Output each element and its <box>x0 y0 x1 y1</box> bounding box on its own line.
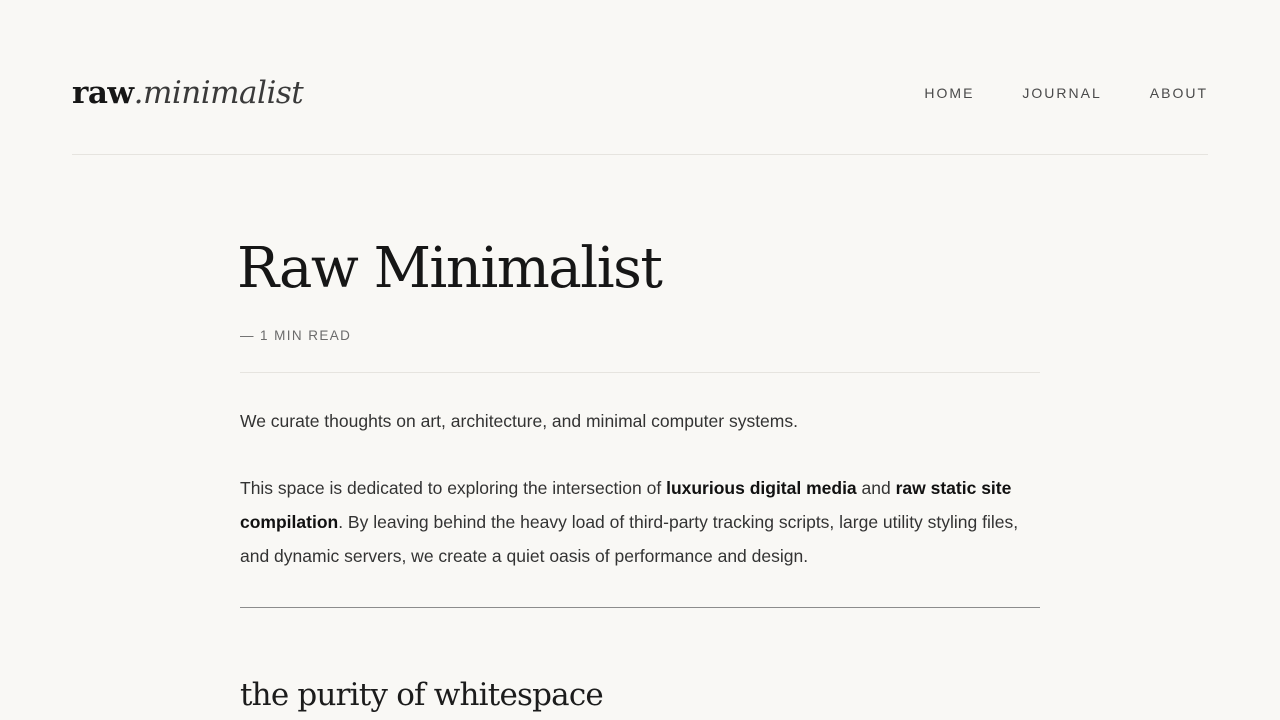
body-text-part-3: . By leaving behind the heavy load of th… <box>240 512 1019 566</box>
intro-paragraph: We curate thoughts on art, architecture,… <box>240 411 798 431</box>
main-nav: HOME JOURNAL ABOUT <box>876 84 1208 102</box>
logo-italic-text: minimalist <box>142 75 304 111</box>
logo-dot: . <box>133 75 144 111</box>
nav-link-home[interactable]: HOME <box>924 84 974 102</box>
body-paragraph: This space is dedicated to exploring the… <box>240 471 1040 573</box>
logo-strong-text: raw <box>72 75 134 111</box>
nav-link-about[interactable]: ABOUT <box>1150 84 1208 102</box>
site-header: raw.minimalist HOME JOURNAL ABOUT <box>72 0 1208 155</box>
meta-divider <box>240 372 1040 373</box>
site-logo[interactable]: raw.minimalist <box>72 73 304 113</box>
body-emphasis-luxurious-media: luxurious digital media <box>666 478 857 498</box>
post-meta-read-time: — 1 MIN READ <box>240 328 352 343</box>
nav-link-journal[interactable]: JOURNAL <box>1022 84 1101 102</box>
content-divider <box>240 607 1040 608</box>
section-heading: the purity of whitespace <box>240 677 604 713</box>
body-text-part-1: This space is dedicated to exploring the… <box>240 478 667 498</box>
body-text-part-2: and <box>856 478 896 498</box>
post-title: Raw Minimalist <box>237 236 663 301</box>
